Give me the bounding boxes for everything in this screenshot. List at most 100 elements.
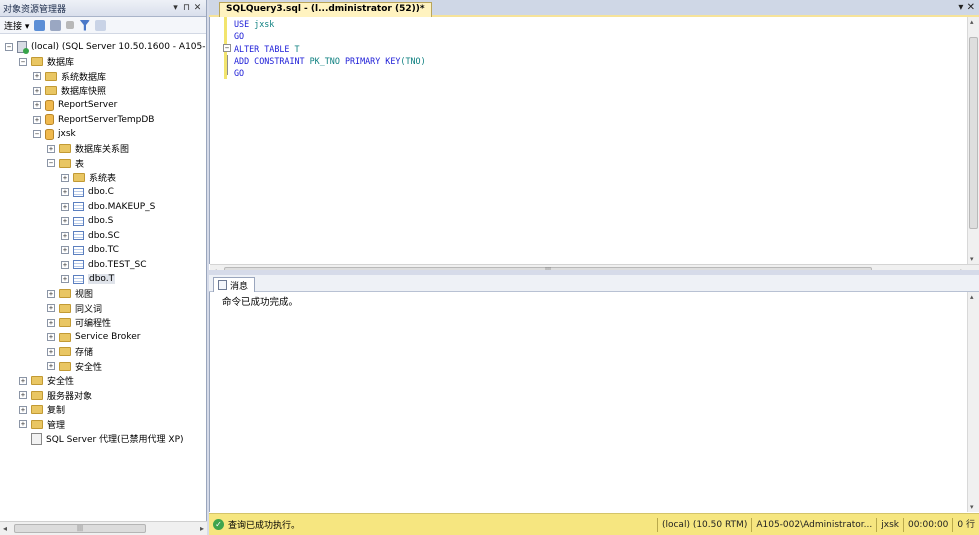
scrollbar-thumb[interactable]: ||| — [14, 524, 146, 533]
collapse-icon[interactable]: − — [33, 130, 41, 138]
collapse-icon[interactable]: − — [19, 57, 27, 66]
tree-node[interactable]: + 系统表 — [61, 171, 116, 185]
tree-node[interactable]: + ReportServer — [33, 98, 117, 112]
tab-messages[interactable]: 消息 — [213, 277, 256, 292]
expand-icon[interactable]: + — [19, 405, 27, 414]
folder-icon — [59, 158, 71, 168]
tree-node[interactable]: − 表 — [47, 156, 84, 170]
folder-icon — [59, 289, 71, 298]
agent-icon — [31, 432, 42, 445]
messages-vscrollbar[interactable]: ▴ ▾ — [967, 292, 979, 512]
expand-icon[interactable]: + — [47, 304, 55, 312]
scroll-down-icon[interactable]: ▾ — [970, 503, 974, 511]
stop-icon[interactable] — [66, 21, 75, 29]
tree-node-label: dbo.S — [88, 216, 114, 226]
expand-icon[interactable]: + — [61, 275, 69, 283]
connect-button[interactable]: 连接 ▾ — [4, 19, 29, 32]
expand-icon[interactable]: + — [61, 217, 69, 225]
tree-node[interactable]: SQL Server 代理(已禁用代理 XP) — [19, 432, 184, 446]
tree-node[interactable]: + 安全性 — [47, 359, 102, 373]
tree-node[interactable]: + 服务器对象 — [19, 388, 92, 402]
expand-icon[interactable]: + — [61, 231, 69, 240]
tree-node[interactable]: + Service Broker — [47, 330, 140, 344]
expand-icon[interactable]: + — [19, 420, 27, 428]
expand-icon[interactable]: + — [61, 202, 69, 211]
tree-node[interactable]: + 数据库快照 — [33, 84, 106, 98]
messages-pane[interactable]: 命令已成功完成。 ▴ ▾ — [209, 292, 979, 512]
scrollbar-thumb[interactable] — [969, 37, 978, 229]
object-explorer-title: 对象资源管理器 — [3, 4, 67, 15]
pin-icon[interactable]: ⊓ — [181, 3, 192, 13]
object-explorer-hscrollbar[interactable]: ◂ ||| ▸ — [0, 521, 207, 535]
filter-icon[interactable] — [79, 19, 91, 31]
tree-node-label: 复制 — [47, 406, 66, 416]
expand-icon[interactable]: + — [47, 362, 55, 370]
scroll-up-icon[interactable]: ▴ — [970, 293, 974, 301]
expand-icon[interactable]: + — [47, 318, 55, 327]
tree-node[interactable]: + ReportServerTempDB — [33, 113, 154, 127]
expand-icon[interactable]: + — [19, 376, 27, 385]
expand-icon[interactable]: + — [33, 115, 41, 124]
tree-node[interactable]: − (local) (SQL Server 10.50.1600 - A105-0… — [5, 40, 206, 54]
collapse-icon[interactable]: − — [47, 159, 55, 167]
tree-node[interactable]: + 系统数据库 — [33, 69, 106, 83]
ssms-window: 对象资源管理器 ▾ ⊓ ✕ 连接 ▾ − (local) (SQL Server … — [0, 0, 979, 535]
expand-icon[interactable]: + — [47, 289, 55, 298]
folder-icon — [31, 419, 43, 429]
dropdown-icon[interactable]: ▾ — [170, 3, 181, 13]
expand-icon[interactable]: + — [47, 144, 55, 153]
tree-node[interactable]: + 管理 — [19, 417, 65, 431]
sql-identifier: (TNO) — [400, 55, 426, 66]
sql-identifier: T — [294, 43, 300, 54]
tree-node[interactable]: + 数据库关系图 — [47, 142, 129, 156]
tree-node[interactable]: + 可编程性 — [47, 316, 111, 330]
disconnect-icon[interactable] — [50, 19, 62, 31]
expand-icon[interactable]: + — [33, 72, 41, 80]
tree-node-label: dbo.SC — [88, 230, 120, 241]
editor-vscrollbar[interactable]: ▴ ▾ — [967, 17, 979, 264]
tree-node-label: ReportServerTempDB — [58, 114, 155, 125]
tree-node-label: 数据库关系图 — [75, 145, 130, 155]
scroll-down-icon[interactable]: ▾ — [970, 255, 974, 263]
connect-icon[interactable] — [34, 19, 46, 31]
tree-node[interactable]: + dbo.TC — [61, 243, 119, 257]
collapse-icon[interactable]: − — [223, 44, 231, 52]
tree-node[interactable]: − 数据库 — [19, 55, 74, 69]
tree-node[interactable]: + dbo.MAKEUP_S — [61, 200, 155, 214]
tree-node[interactable]: + 存储 — [47, 345, 93, 359]
tree-node[interactable]: + 视图 — [47, 287, 93, 301]
scroll-up-icon[interactable]: ▴ — [970, 18, 974, 26]
expand-icon[interactable]: + — [33, 101, 41, 109]
tree-node[interactable]: + dbo.T — [61, 272, 116, 286]
tab-sqlquery3[interactable]: SQLQuery3.sql - (l...dministrator (52))* — [219, 2, 432, 17]
expand-icon[interactable]: + — [61, 246, 69, 254]
tree-node[interactable]: + 复制 — [19, 403, 65, 417]
tree-node[interactable]: + dbo.TEST_SC — [61, 258, 147, 272]
expand-icon[interactable]: + — [61, 173, 69, 182]
tree-node[interactable]: + dbo.S — [61, 214, 113, 228]
document-window-controls[interactable]: ▾ ✕ — [958, 2, 975, 13]
tree-node[interactable]: + 安全性 — [19, 374, 74, 388]
refresh-icon[interactable] — [95, 19, 107, 31]
tree-node[interactable]: + 同义词 — [47, 301, 102, 315]
expand-icon[interactable]: + — [61, 188, 69, 196]
tree-node[interactable]: + dbo.C — [61, 185, 114, 199]
object-explorer-tree: − (local) (SQL Server 10.50.1600 - A105-0… — [0, 36, 206, 521]
expand-icon[interactable]: + — [19, 391, 27, 399]
expand-icon[interactable]: + — [47, 333, 55, 341]
scroll-left-icon[interactable]: ◂ — [3, 524, 7, 533]
tree-node-label: 管理 — [47, 420, 66, 431]
scroll-right-icon[interactable]: ▸ — [200, 524, 204, 533]
database-icon — [45, 128, 54, 140]
query-status-bar: ✓ 查询已成功执行。 (local) (10.50 RTM) A105-002\… — [209, 513, 979, 535]
tree-node[interactable]: − jxsk — [33, 127, 76, 141]
collapse-icon[interactable]: − — [5, 43, 13, 51]
close-icon[interactable]: ✕ — [192, 3, 203, 13]
sql-editor[interactable]: − USE jxsk GO ALTER TABLE T ADD CONSTRAINT … — [209, 17, 979, 276]
status-rows: 0 行 — [952, 517, 979, 532]
tree-node[interactable]: + dbo.SC — [61, 229, 120, 243]
expand-icon[interactable]: + — [61, 260, 69, 269]
expand-icon[interactable]: + — [33, 86, 41, 95]
status-database: jxsk — [876, 517, 903, 532]
expand-icon[interactable]: + — [47, 347, 55, 356]
